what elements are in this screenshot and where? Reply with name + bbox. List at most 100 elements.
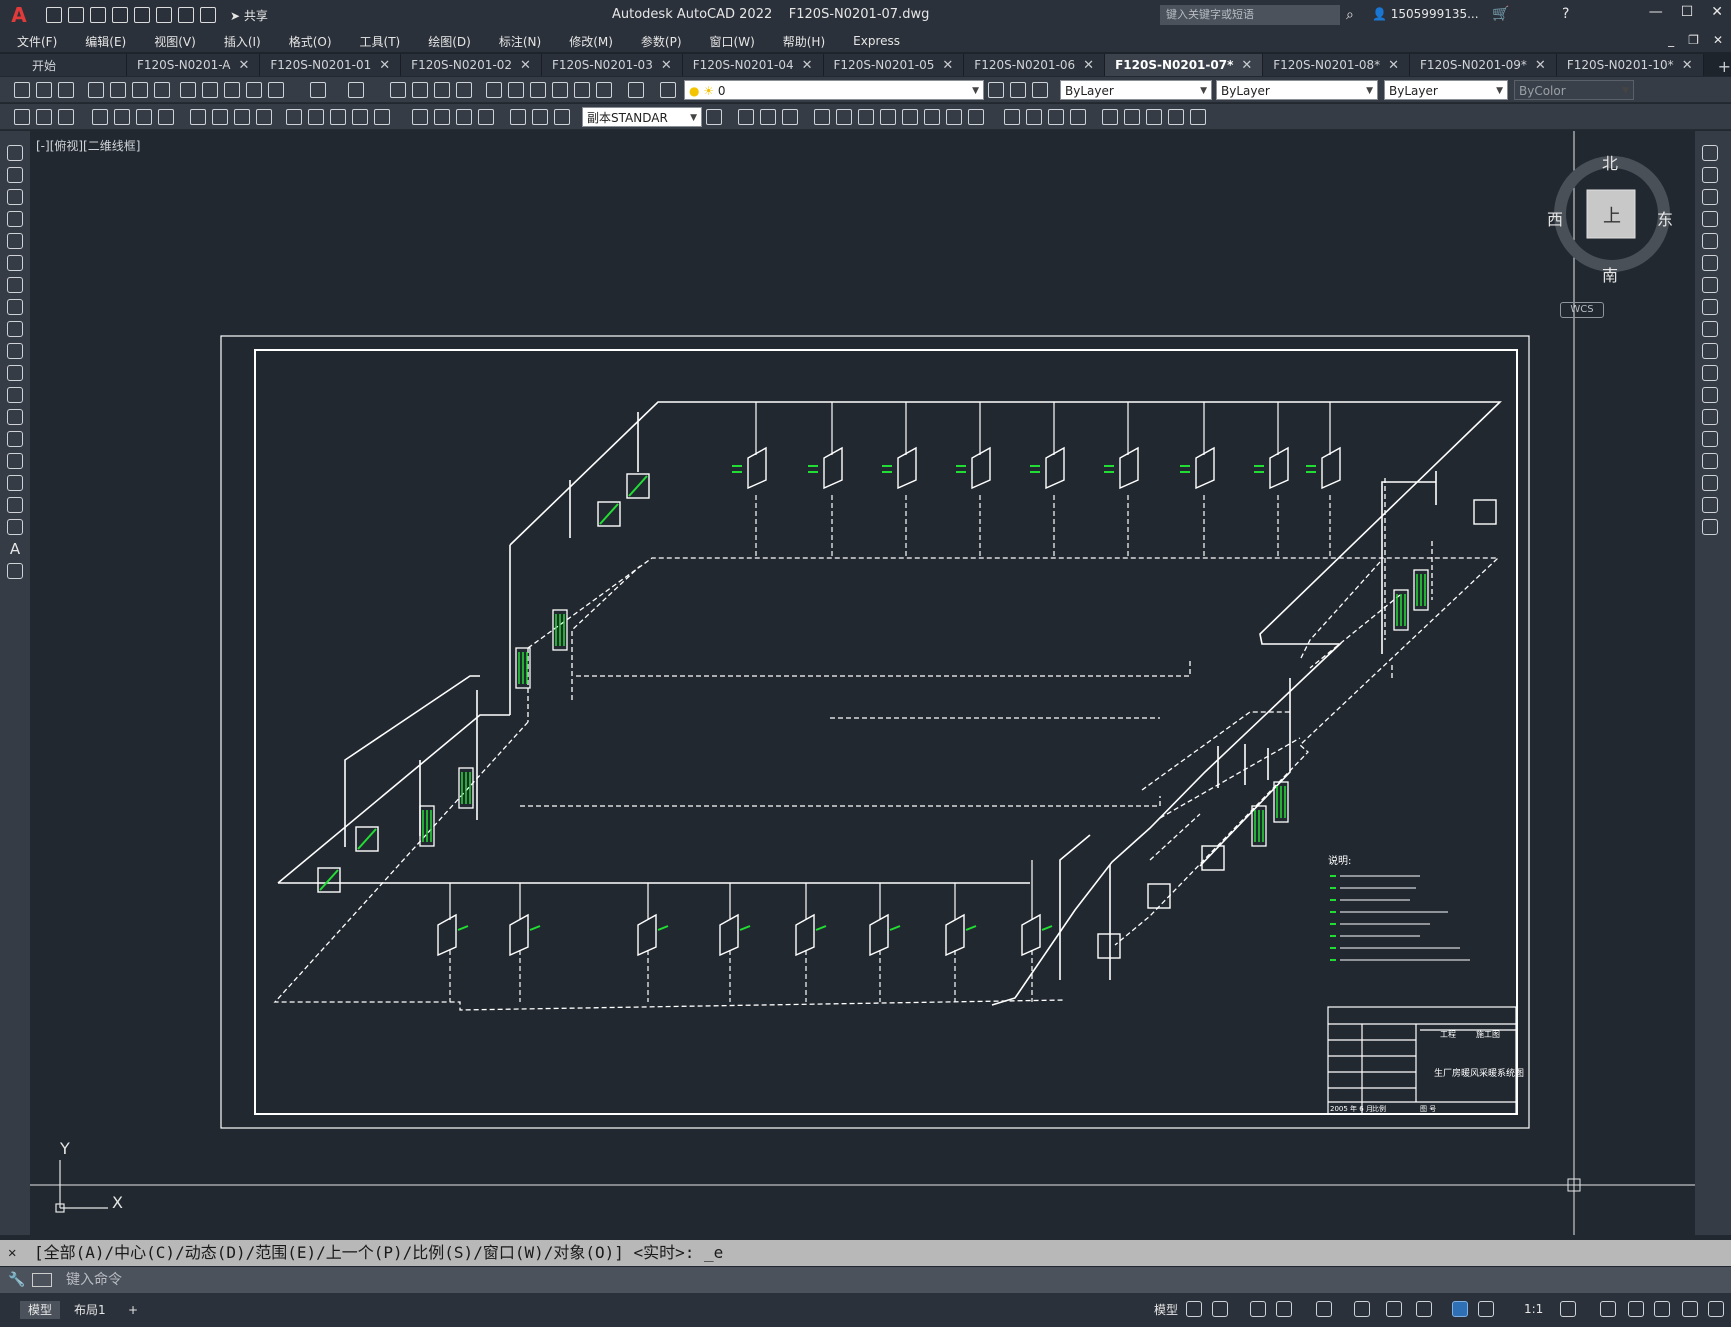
baseline-dim-icon[interactable] — [308, 109, 324, 125]
document-tab[interactable]: F120S-N0201-10* ✕ — [1556, 54, 1704, 76]
linear-dim-icon[interactable] — [92, 109, 108, 125]
design-center-icon[interactable] — [508, 82, 524, 98]
help-icon[interactable]: ? — [1562, 6, 1569, 22]
undo-icon[interactable] — [178, 7, 194, 23]
chamfer-icon[interactable] — [1702, 453, 1718, 469]
jogged-linear-icon[interactable] — [478, 109, 494, 125]
web-save-icon[interactable] — [134, 7, 150, 23]
dim-update-icon[interactable] — [36, 109, 52, 125]
ucs-previous-icon[interactable] — [858, 109, 874, 125]
document-tab[interactable]: F120S-N0201-05 ✕ — [823, 54, 965, 76]
tolerance-icon[interactable] — [412, 109, 428, 125]
3d-cone-icon[interactable] — [782, 109, 798, 125]
plot-preview-icon[interactable] — [110, 82, 126, 98]
menu-format[interactable]: 格式(O) — [272, 33, 343, 50]
document-tab[interactable]: F120S-N0201-09* ✕ — [1410, 54, 1557, 76]
ellipse-arc-icon[interactable] — [7, 365, 23, 381]
dim-break-icon[interactable] — [374, 109, 390, 125]
insert-block-icon[interactable] — [7, 387, 23, 403]
redo-icon[interactable] — [348, 82, 364, 98]
compass-west[interactable]: 西 — [1547, 206, 1563, 230]
plotstyle-dropdown[interactable]: ByColor ▼ — [1514, 80, 1634, 100]
gradient-icon[interactable] — [7, 475, 23, 491]
ucs-world-icon[interactable] — [836, 109, 852, 125]
document-tab[interactable]: F120S-N0201-A ✕ — [126, 54, 261, 76]
join-icon[interactable] — [1702, 431, 1718, 447]
dim-space-icon[interactable] — [352, 109, 368, 125]
document-tab[interactable]: F120S-N0201-04 ✕ — [682, 54, 824, 76]
region-icon[interactable] — [7, 497, 23, 513]
model-space-toggle[interactable]: 模型 — [1146, 1301, 1186, 1319]
annotation-monitor-icon[interactable] — [1600, 1301, 1616, 1317]
annotation-visibility-icon[interactable] — [1452, 1301, 1468, 1317]
grid-icon[interactable] — [1186, 1301, 1202, 1317]
center-mark-icon[interactable] — [434, 109, 450, 125]
text-style-dropdown[interactable]: 副本STANDAR ▼ — [582, 107, 702, 127]
tool-palettes-icon[interactable] — [530, 82, 546, 98]
layer-dropdown[interactable]: ● ☀ 0 ▼ — [684, 80, 984, 100]
document-tab[interactable]: 开始 — [0, 54, 127, 76]
search-icon[interactable]: ⌕ — [1346, 7, 1354, 23]
document-tab[interactable]: F120S-N0201-07* ✕ — [1105, 54, 1264, 76]
close-command-line-icon[interactable]: ✕ — [8, 1240, 16, 1266]
ordinate-dim-icon[interactable] — [158, 109, 174, 125]
layer-state-icon[interactable] — [1032, 82, 1048, 98]
units-icon[interactable] — [1628, 1301, 1644, 1317]
close-tab-icon[interactable]: ✕ — [802, 58, 813, 73]
quick-properties-icon[interactable] — [1654, 1301, 1670, 1317]
mirror-icon[interactable] — [1702, 189, 1718, 205]
break-icon[interactable] — [1702, 409, 1718, 425]
polygon-icon[interactable] — [7, 211, 23, 227]
doc-close-icon[interactable]: ✕ — [1713, 33, 1723, 47]
point-icon[interactable] — [7, 431, 23, 447]
ortho-icon[interactable] — [1250, 1301, 1266, 1317]
close-tab-icon[interactable]: ✕ — [1682, 58, 1693, 73]
menu-dimension[interactable]: 标注(N) — [482, 33, 552, 50]
diameter-dim-icon[interactable] — [234, 109, 250, 125]
print-icon[interactable] — [156, 7, 172, 23]
help-icon[interactable] — [628, 82, 644, 98]
ucs-zaxis-icon[interactable] — [968, 109, 984, 125]
view-left-icon[interactable] — [1146, 109, 1162, 125]
extend-icon[interactable] — [1702, 365, 1718, 381]
spline-icon[interactable] — [7, 321, 23, 337]
make-current-layer-icon[interactable] — [988, 82, 1004, 98]
cart-icon[interactable]: 🛒 — [1492, 6, 1509, 22]
copy-object-icon[interactable] — [1702, 167, 1718, 183]
add-selected-icon[interactable] — [7, 563, 23, 579]
sheet-set-icon[interactable] — [552, 82, 568, 98]
close-tab-icon[interactable]: ✕ — [379, 58, 390, 73]
wcs-menu[interactable]: WCS — [1560, 302, 1604, 318]
fillet-icon[interactable] — [1702, 475, 1718, 491]
arc-length-icon[interactable] — [136, 109, 152, 125]
paste-icon[interactable] — [224, 82, 240, 98]
zoom-window-icon[interactable] — [434, 82, 450, 98]
construction-line-icon[interactable] — [7, 167, 23, 183]
table-icon[interactable] — [7, 519, 23, 535]
minimize-icon[interactable]: — — [1649, 4, 1663, 20]
pan-icon[interactable] — [390, 82, 406, 98]
block-editor-icon[interactable] — [268, 82, 284, 98]
visual-style-realistic-icon[interactable] — [1070, 109, 1086, 125]
mtext-icon[interactable]: A — [7, 541, 23, 557]
scale-icon[interactable] — [1702, 299, 1718, 315]
ucs-icon[interactable] — [814, 109, 830, 125]
aligned-dim-icon[interactable] — [114, 109, 130, 125]
move-icon[interactable] — [1702, 255, 1718, 271]
radius-dim-icon[interactable] — [190, 109, 206, 125]
line-icon[interactable] — [7, 145, 23, 161]
jogged-dim-icon[interactable] — [212, 109, 228, 125]
menu-help[interactable]: 帮助(H) — [766, 33, 836, 50]
command-input[interactable]: 键入命令 — [0, 1267, 1731, 1293]
open-file-icon[interactable] — [68, 7, 84, 23]
visual-style-hidden-icon[interactable] — [1048, 109, 1064, 125]
quick-dim-icon[interactable] — [286, 109, 302, 125]
revcloud-icon[interactable] — [7, 299, 23, 315]
share-button[interactable]: ➤ 共享 — [230, 7, 268, 24]
close-tab-icon[interactable]: ✕ — [1388, 58, 1399, 73]
object-snap-tracking-icon[interactable] — [1354, 1301, 1370, 1317]
angular-dim-icon[interactable] — [256, 109, 272, 125]
document-tab[interactable]: F120S-N0201-02 ✕ — [401, 54, 542, 76]
menu-file[interactable]: 文件(F) — [0, 33, 68, 50]
menu-modify[interactable]: 修改(M) — [552, 33, 624, 50]
